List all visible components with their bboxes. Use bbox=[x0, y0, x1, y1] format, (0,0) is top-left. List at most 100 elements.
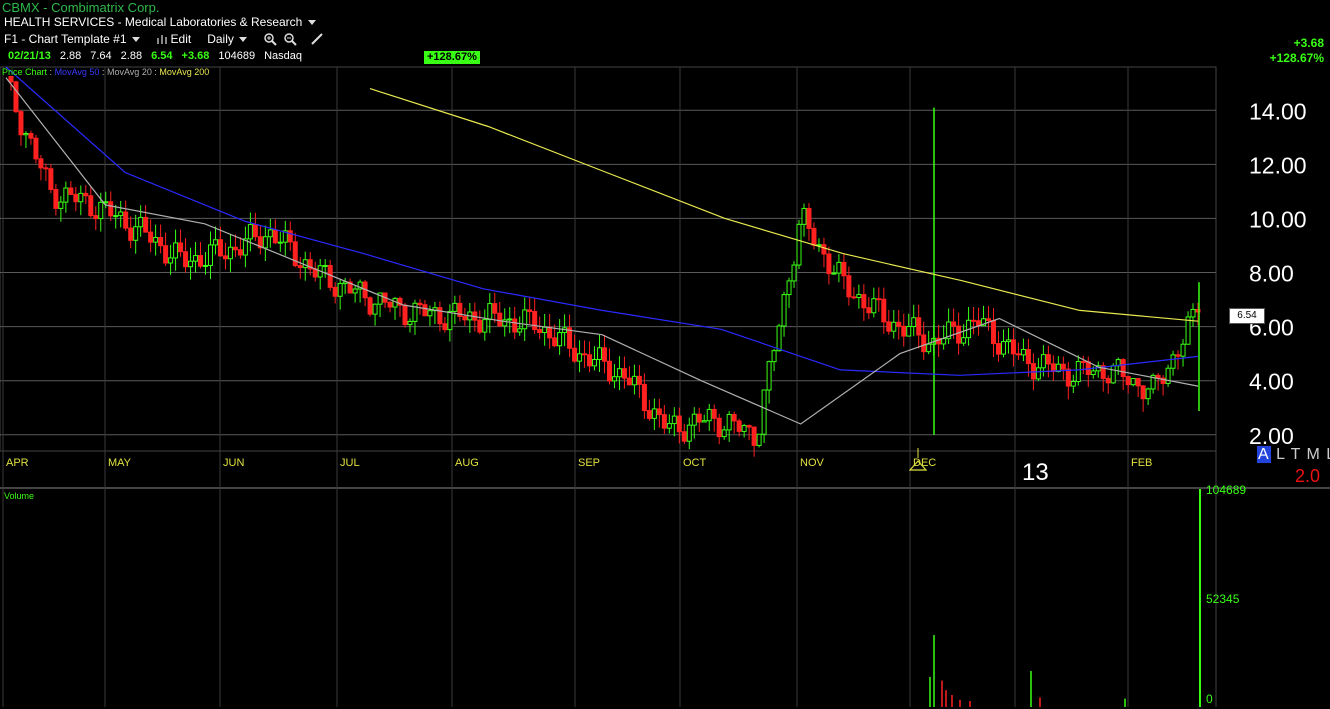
candle-body bbox=[53, 189, 59, 209]
candle-body bbox=[1110, 365, 1116, 384]
candle-body bbox=[477, 319, 483, 333]
legend-sep: : bbox=[154, 67, 157, 77]
quote-date: 02/21/13 bbox=[8, 50, 51, 62]
candle-body bbox=[128, 227, 134, 241]
candle-body bbox=[302, 259, 308, 269]
candle-body bbox=[447, 310, 453, 331]
candle-body bbox=[731, 413, 737, 422]
candle-body bbox=[961, 337, 967, 344]
candle-body bbox=[1145, 388, 1151, 400]
timeframe-a[interactable]: A bbox=[1257, 446, 1271, 463]
candle-body bbox=[13, 81, 19, 113]
candle-body bbox=[1180, 343, 1186, 357]
candle-body bbox=[906, 325, 912, 337]
edit-button[interactable]: Edit bbox=[156, 32, 191, 46]
candle-body bbox=[856, 294, 862, 298]
pencil-icon[interactable] bbox=[309, 32, 325, 46]
sector-dropdown[interactable]: HEALTH SERVICES - Medical Laboratories &… bbox=[4, 15, 317, 29]
candle-body bbox=[1040, 354, 1046, 369]
candle-body bbox=[168, 257, 174, 264]
candle-body bbox=[227, 246, 233, 260]
candle-body bbox=[1130, 377, 1136, 386]
candle-body bbox=[801, 207, 807, 225]
candle-body bbox=[577, 353, 583, 362]
candle-body bbox=[557, 332, 563, 347]
year-label: 13 bbox=[1022, 459, 1049, 486]
candle-body bbox=[552, 337, 558, 347]
candle-body bbox=[143, 216, 149, 233]
candle-body bbox=[417, 302, 423, 306]
candle-body bbox=[198, 255, 204, 267]
candle-body bbox=[387, 301, 393, 308]
candle-body bbox=[916, 317, 922, 336]
timeframe-rest[interactable]: L T M L bbox=[1276, 446, 1330, 463]
template-dropdown[interactable]: F1 - Chart Template #1 bbox=[4, 32, 140, 46]
candle-body bbox=[631, 375, 637, 386]
chart-legend: Price Chart : MovAvg 50 : MovAvg 20 : Mo… bbox=[2, 67, 209, 77]
candle-body bbox=[711, 408, 717, 419]
candle-body bbox=[153, 237, 159, 243]
candle-body bbox=[1030, 363, 1036, 380]
candle-body bbox=[666, 423, 672, 429]
candle-body bbox=[352, 288, 358, 294]
candle-body bbox=[751, 426, 757, 446]
candle-body bbox=[322, 264, 328, 267]
candle-body bbox=[1175, 354, 1181, 357]
candle-body bbox=[487, 303, 493, 321]
candle-body bbox=[626, 377, 632, 386]
candle-body bbox=[173, 242, 179, 259]
ratio-value: 2.0 bbox=[1295, 466, 1321, 486]
candle-body bbox=[1070, 380, 1076, 387]
candle-body bbox=[676, 415, 682, 433]
ma50-line bbox=[5, 66, 1199, 376]
candle-body bbox=[572, 347, 578, 362]
candle-body bbox=[372, 303, 378, 315]
candle-body bbox=[706, 408, 712, 422]
candle-body bbox=[462, 315, 468, 321]
candle-body bbox=[761, 389, 767, 435]
candle-body bbox=[1025, 349, 1031, 365]
period-label: Daily bbox=[207, 32, 234, 46]
candle-body bbox=[746, 425, 752, 428]
candle-body bbox=[93, 215, 99, 220]
candle-body bbox=[527, 309, 533, 312]
candle-body bbox=[716, 417, 722, 438]
candle-body bbox=[522, 309, 528, 330]
candle-body bbox=[537, 329, 543, 334]
candle-body bbox=[886, 321, 892, 332]
candle-body bbox=[43, 167, 49, 170]
month-tick-label: FEB bbox=[1131, 457, 1152, 469]
candle-body bbox=[412, 302, 418, 322]
candle-body bbox=[88, 195, 94, 217]
candle-body bbox=[1010, 339, 1016, 355]
candle-body bbox=[1105, 377, 1111, 384]
price-candles bbox=[8, 75, 1201, 457]
candle-body bbox=[851, 296, 857, 299]
candle-body bbox=[547, 326, 553, 339]
chart-toolbar: F1 - Chart Template #1 Edit Daily bbox=[4, 32, 325, 46]
zoom-out-icon[interactable] bbox=[283, 32, 297, 46]
timeframe-selector[interactable]: A L T M L bbox=[1257, 446, 1330, 464]
candle-body bbox=[507, 318, 513, 321]
candle-body bbox=[1120, 359, 1126, 378]
candle-body bbox=[582, 353, 588, 356]
period-dropdown[interactable]: Daily bbox=[207, 32, 247, 46]
candle-body bbox=[217, 239, 223, 257]
month-tick-label: SEP bbox=[578, 457, 600, 469]
candle-body bbox=[781, 294, 787, 327]
candle-body bbox=[971, 319, 977, 322]
candle-body bbox=[492, 303, 498, 314]
candle-body bbox=[891, 321, 897, 332]
candle-body bbox=[113, 215, 119, 218]
candle-body bbox=[1005, 339, 1011, 343]
zoom-in-icon[interactable] bbox=[263, 32, 277, 46]
quote-change: +3.68 bbox=[181, 50, 210, 62]
candle-body bbox=[542, 326, 548, 334]
candle-body bbox=[601, 347, 607, 362]
volume-bars bbox=[929, 489, 1201, 707]
candle-body bbox=[796, 223, 802, 266]
candle-body bbox=[193, 255, 199, 262]
candle-body bbox=[776, 325, 782, 352]
price-tick-label: 14.00 bbox=[1249, 98, 1307, 124]
candle-body bbox=[237, 249, 243, 256]
